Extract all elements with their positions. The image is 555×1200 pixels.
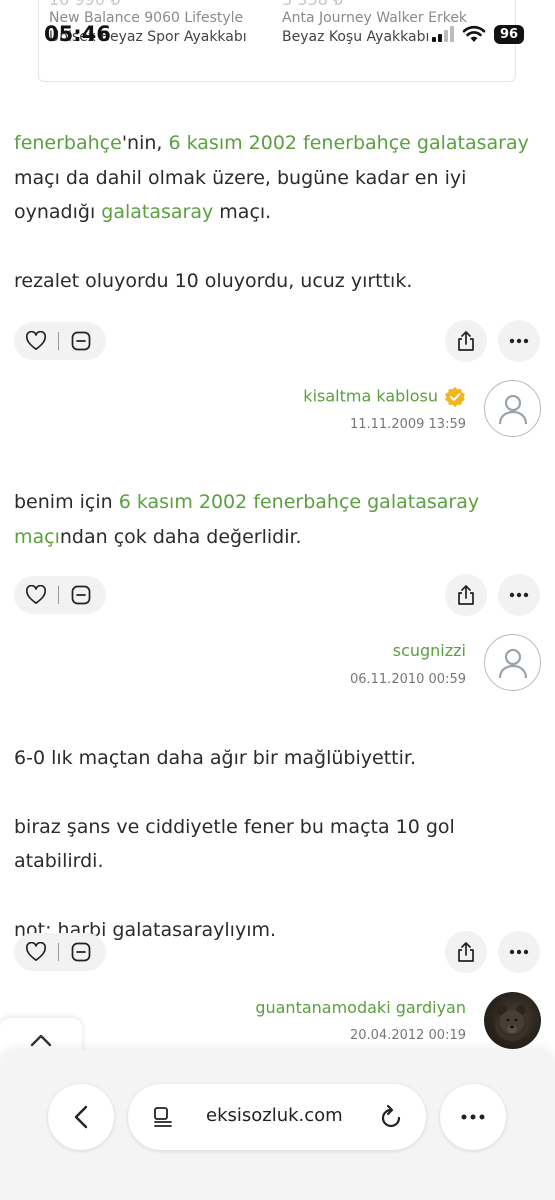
cellular-signal-icon: [432, 26, 454, 42]
more-dots-icon: [461, 1114, 485, 1120]
downvote-button[interactable]: [59, 576, 103, 614]
reader-mode-icon[interactable]: [152, 1106, 174, 1128]
back-button[interactable]: [48, 1084, 114, 1150]
heart-icon: [25, 585, 47, 604]
downvote-button[interactable]: [59, 933, 103, 971]
browser-toolbar: eksisozluk.com: [0, 1050, 555, 1200]
battery-indicator: 96: [494, 25, 524, 44]
avatar[interactable]: [484, 992, 541, 1049]
entry-author[interactable]: kisaltma kablosu: [303, 386, 466, 408]
user-placeholder-icon: [498, 648, 527, 678]
author-name[interactable]: scugnizzi: [393, 641, 466, 660]
status-time: 05:46: [44, 22, 111, 46]
vote-buttons: [14, 933, 106, 971]
entry-author[interactable]: guantanamodaki gardiyan: [255, 998, 466, 1017]
chevron-left-icon: [74, 1105, 88, 1129]
entry-paragraph: benim için 6 kasım 2002 fenerbahçe galat…: [14, 485, 544, 554]
entry-author[interactable]: scugnizzi: [393, 641, 466, 660]
more-dots-icon: [509, 338, 529, 344]
entry-text-span: ndan çok daha değerlidir.: [59, 525, 302, 548]
share-icon: [458, 942, 474, 962]
minus-box-icon: [71, 331, 91, 351]
more-options-button[interactable]: [498, 320, 540, 362]
entry-link[interactable]: galatasaray: [101, 201, 213, 223]
address-bar[interactable]: eksisozluk.com: [128, 1084, 426, 1150]
entry-paragraph: biraz şans ve ciddiyetle fener bu maçta …: [14, 815, 455, 873]
downvote-button[interactable]: [59, 322, 103, 360]
entry-paragraph: 6-0 lık maçtan daha ağır bir mağlübiyett…: [14, 747, 416, 769]
minus-box-icon: [71, 585, 91, 605]
more-options-button[interactable]: [498, 574, 540, 616]
url-text[interactable]: eksisozluk.com: [206, 1105, 343, 1126]
entry-content: 6-0 lık maçtan daha ağır bir mağlübiyett…: [14, 741, 544, 947]
upvote-button[interactable]: [14, 933, 58, 971]
share-icon: [458, 331, 474, 351]
share-button[interactable]: [445, 574, 487, 616]
share-button[interactable]: [445, 320, 487, 362]
verified-badge-icon: [445, 387, 465, 407]
status-bar: 05:46 96: [0, 0, 555, 60]
entry-content: benim için 6 kasım 2002 fenerbahçe galat…: [14, 485, 544, 554]
more-dots-icon: [509, 949, 529, 955]
entry-text-span: 'nin,: [121, 132, 169, 154]
share-icon: [458, 585, 474, 605]
entry-date[interactable]: 06.11.2010 00:59: [350, 672, 466, 687]
heart-icon: [25, 331, 47, 350]
reload-icon[interactable]: [378, 1103, 404, 1131]
user-placeholder-icon: [498, 394, 527, 424]
avatar[interactable]: [484, 634, 541, 691]
minus-box-icon: [71, 942, 91, 962]
author-name[interactable]: guantanamodaki gardiyan: [255, 998, 466, 1017]
share-button[interactable]: [445, 931, 487, 973]
browser-menu-button[interactable]: [440, 1084, 506, 1150]
entry-paragraph: rezalet oluyordu 10 oluyordu, ucuz yırtt…: [14, 269, 413, 292]
vote-buttons: [14, 322, 106, 360]
more-options-button[interactable]: [498, 931, 540, 973]
entry-link[interactable]: 6 kasım 2002 fenerbahçe galatasaray: [168, 132, 528, 154]
entry-paragraph: fenerbahçe'nin, 6 kasım 2002 fenerbahçe …: [14, 126, 544, 230]
more-dots-icon: [509, 592, 529, 598]
entry-date[interactable]: 20.04.2012 00:19: [350, 1028, 466, 1043]
avatar[interactable]: [484, 380, 541, 437]
entry-link[interactable]: fenerbahçe: [14, 132, 122, 154]
upvote-button[interactable]: [14, 576, 58, 614]
upvote-button[interactable]: [14, 322, 58, 360]
entry-content: fenerbahçe'nin, 6 kasım 2002 fenerbahçe …: [14, 126, 544, 298]
wifi-icon: [462, 25, 486, 42]
entry-text-span: maçı.: [213, 201, 272, 223]
bear-photo-icon: [495, 1005, 529, 1041]
entry-date[interactable]: 11.11.2009 13:59: [350, 417, 466, 432]
chevron-up-icon: [30, 1034, 52, 1047]
author-name[interactable]: kisaltma kablosu: [303, 387, 438, 406]
entry-text-span: benim için: [14, 491, 119, 513]
heart-icon: [25, 942, 47, 961]
vote-buttons: [14, 576, 106, 614]
